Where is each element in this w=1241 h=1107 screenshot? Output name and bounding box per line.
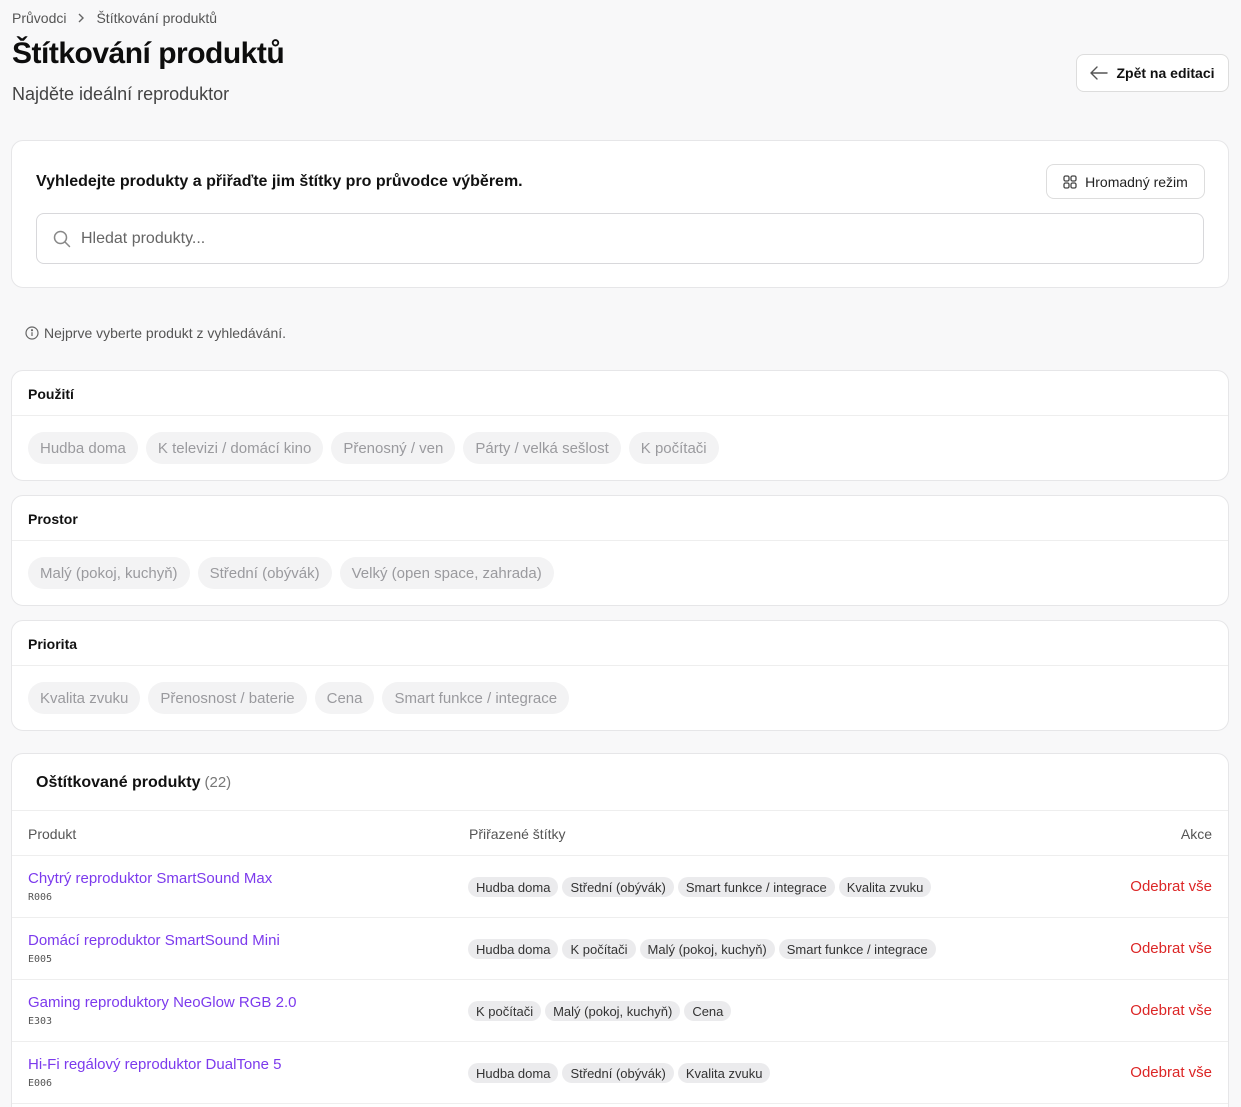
tagged-products-header: Oštítkované produkty (22) (12, 754, 1228, 811)
category-title: Priorita (12, 621, 1228, 666)
hint-text: Nejprve vyberte produkt z vyhledávání. (44, 325, 287, 341)
category-card-prostor: Prostor Malý (pokoj, kuchyň) Střední (ob… (11, 495, 1229, 606)
table-row: Hi-Fi regálový reproduktor DualTone 5 E0… (12, 1042, 1228, 1104)
tag-chip[interactable]: Párty / velká sešlost (463, 432, 621, 464)
tag-chip[interactable]: Střední (obývák) (197, 557, 332, 589)
assigned-tag: Malý (pokoj, kuchyň) (639, 939, 775, 959)
table-row: Chytrý reproduktor SmartSound Max R006 H… (12, 856, 1228, 918)
table-row: Gaming reproduktory NeoGlow RGB 2.0 E303… (12, 980, 1228, 1042)
tagged-products-count: (22) (204, 774, 232, 791)
tag-chip[interactable]: Hudba doma (28, 432, 138, 464)
search-heading: Vyhledejte produkty a přiřaďte jim štítk… (36, 173, 523, 190)
tag-chip[interactable]: Přenosný / ven (331, 432, 456, 464)
tag-chips: Hudba doma K televizi / domácí kino Přen… (12, 416, 1228, 464)
grid-icon (1063, 174, 1077, 189)
remove-all-button[interactable]: Odebrat vše (1130, 940, 1212, 957)
assigned-tags: Hudba doma Střední (obývák) Smart funkce… (468, 877, 932, 897)
assigned-tag: Kvalita zvuku (677, 1063, 771, 1083)
assigned-tag: Cena (684, 1001, 732, 1021)
assigned-tag: K počítači (468, 1001, 542, 1021)
hint: Nejprve vyberte produkt z vyhledávání. (25, 325, 286, 341)
tag-chip[interactable]: K televizi / domácí kino (145, 432, 324, 464)
tag-chip[interactable]: K počítači (628, 432, 719, 464)
bulk-mode-button[interactable]: Hromadný režim (1046, 164, 1205, 199)
back-to-edit-button[interactable]: Zpět na editaci (1076, 54, 1229, 92)
product-name-link[interactable]: Domácí reproduktor SmartSound Mini (28, 932, 280, 949)
remove-all-button[interactable]: Odebrat vše (1130, 1064, 1212, 1081)
page-subtitle: Najděte ideální reproduktor (12, 84, 230, 104)
tag-chip[interactable]: Cena (314, 682, 375, 714)
product-name-link[interactable]: Chytrý reproduktor SmartSound Max (28, 870, 272, 887)
breadcrumb-current: Štítkování produktů (96, 10, 218, 26)
breadcrumb: Průvodci Štítkování produktů (12, 10, 217, 26)
tag-chip[interactable]: Smart funkce / integrace (382, 682, 570, 714)
assigned-tag: Střední (obývák) (562, 877, 674, 897)
assigned-tags: Hudba doma Střední (obývák) Kvalita zvuk… (468, 1063, 771, 1083)
product-name-link[interactable]: Gaming reproduktory NeoGlow RGB 2.0 (28, 994, 296, 1011)
category-title: Použití (12, 371, 1228, 416)
assigned-tag: Kvalita zvuku (838, 877, 932, 897)
product-code: E303 (28, 1016, 53, 1027)
assigned-tags: Hudba doma K počítači Malý (pokoj, kuchy… (468, 939, 936, 959)
assigned-tag: Hudba doma (468, 939, 559, 959)
arrow-left-icon (1090, 66, 1109, 80)
column-product: Produkt (28, 826, 77, 842)
assigned-tag: Hudba doma (468, 1063, 559, 1083)
column-actions: Akce (1180, 826, 1212, 842)
assigned-tag: Hudba doma (468, 877, 559, 897)
chevron-right-icon (76, 11, 86, 26)
search-icon (53, 230, 71, 248)
assigned-tag: Smart funkce / integrace (677, 877, 835, 897)
search-field[interactable] (36, 213, 1204, 264)
search-input[interactable] (81, 229, 1161, 248)
info-icon (25, 326, 39, 340)
product-code: E005 (28, 954, 53, 965)
back-button-label: Zpět na editaci (1116, 65, 1215, 81)
product-code: E006 (28, 1078, 53, 1089)
product-code: R006 (28, 892, 53, 903)
bulk-mode-label: Hromadný režim (1085, 173, 1188, 190)
category-title: Prostor (12, 496, 1228, 541)
breadcrumb-parent[interactable]: Průvodci (12, 10, 66, 26)
table-row: Domácí reproduktor SmartSound Mini E005 … (12, 918, 1228, 980)
tagged-products-title: Oštítkované produkty (36, 774, 201, 791)
remove-all-button[interactable]: Odebrat vše (1130, 1002, 1212, 1019)
assigned-tag: Střední (obývák) (562, 1063, 674, 1083)
tag-chips: Kvalita zvuku Přenosnost / baterie Cena … (12, 666, 1228, 714)
tagged-products-card: Oštítkované produkty (22) Produkt Přiřaze… (11, 753, 1229, 1107)
page-title: Štítkování produktů (12, 37, 285, 70)
category-card-pouziti: Použití Hudba doma K televizi / domácí k… (11, 370, 1229, 481)
search-card: Vyhledejte produkty a přiřaďte jim štítk… (11, 140, 1229, 288)
category-card-priorita: Priorita Kvalita zvuku Přenosnost / bate… (11, 620, 1229, 731)
assigned-tag: Malý (pokoj, kuchyň) (545, 1001, 681, 1021)
tag-chip[interactable]: Velký (open space, zahrada) (339, 557, 554, 589)
tag-chip[interactable]: Malý (pokoj, kuchyň) (28, 557, 190, 589)
tag-chip[interactable]: Přenosnost / baterie (148, 682, 307, 714)
product-name-link[interactable]: Hi-Fi regálový reproduktor DualTone 5 (28, 1056, 281, 1073)
assigned-tag: Smart funkce / integrace (778, 939, 936, 959)
remove-all-button[interactable]: Odebrat vše (1130, 878, 1212, 895)
tag-chips: Malý (pokoj, kuchyň) Střední (obývák) Ve… (12, 541, 1228, 589)
tag-chip[interactable]: Kvalita zvuku (28, 682, 141, 714)
column-tags: Přiřazené štítky (469, 826, 566, 842)
assigned-tag: K počítači (562, 939, 636, 959)
assigned-tags: K počítači Malý (pokoj, kuchyň) Cena (468, 1001, 732, 1021)
table-header: Produkt Přiřazené štítky Akce (12, 811, 1228, 856)
